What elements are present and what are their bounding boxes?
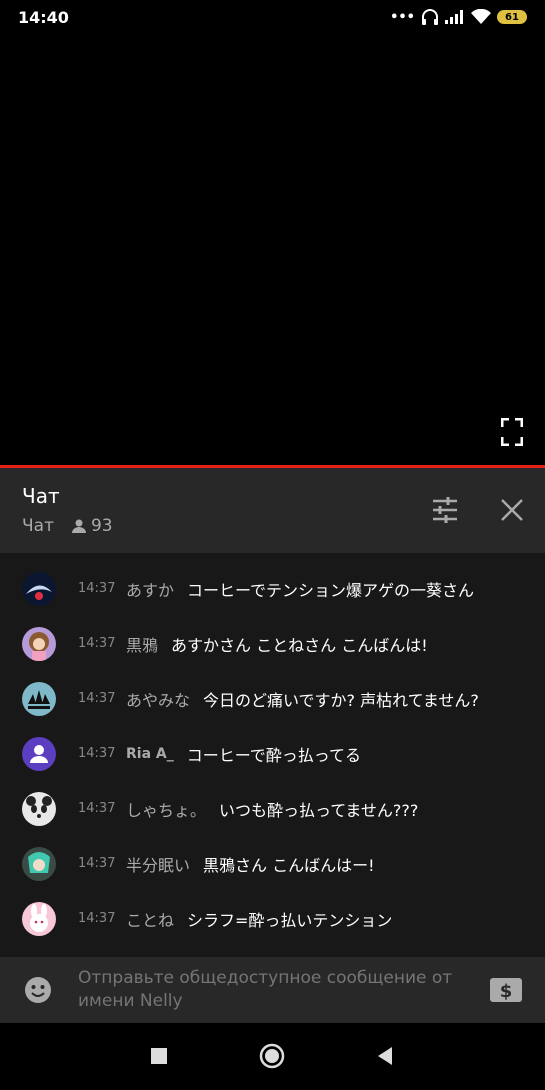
panda-icon: [26, 795, 52, 818]
default-user-icon: [30, 744, 48, 763]
message-author[interactable]: 黒鴉: [126, 632, 158, 656]
avatar[interactable]: [22, 571, 56, 606]
message-time: 14:37: [78, 581, 116, 596]
message-time: 14:37: [78, 801, 116, 816]
message-author[interactable]: あすか: [126, 577, 174, 601]
chat-title: Чат: [22, 484, 60, 508]
message-text: コーヒーでテンション爆アゲの一葵さん: [187, 580, 475, 600]
chat-message-list[interactable]: 14:37 あすか コーヒーでテンション爆アゲの一葵さん 14:37 黒鴉 あす…: [0, 553, 545, 957]
message-author[interactable]: Ria A_: [126, 746, 174, 762]
chat-message: 14:37 しゃちょ。 いつも酔っ払ってません???: [0, 781, 545, 836]
anime-character-icon: [28, 851, 50, 873]
back-icon[interactable]: [372, 1043, 398, 1069]
chat-composer: $: [0, 957, 545, 1023]
battery-icon: 61: [497, 10, 527, 24]
avatar[interactable]: [22, 846, 56, 881]
avatar[interactable]: [22, 626, 56, 661]
status-icons: ••• 61: [390, 9, 527, 25]
abstract-avatar-icon: [26, 584, 52, 600]
super-chat-icon[interactable]: $: [489, 976, 523, 1004]
system-nav-bar: [0, 1023, 545, 1090]
chat-message: 14:37 半分眠い 黒鴉さん こんばんはー!: [0, 836, 545, 891]
chat-message: 14:37 あすか コーヒーでテンション爆アゲの一葵さん: [0, 561, 545, 616]
filter-settings-icon[interactable]: [431, 496, 459, 524]
viewer-count: 93: [71, 516, 113, 536]
fullscreen-icon[interactable]: [501, 418, 523, 446]
avatar[interactable]: [22, 736, 56, 771]
message-text: 今日のど痛いですか? 声枯れてません?: [203, 690, 479, 710]
viewer-count-value: 93: [90, 516, 113, 536]
avatar[interactable]: [22, 681, 56, 716]
signal-icon: [445, 10, 463, 24]
message-author[interactable]: しゃちょ。: [126, 797, 206, 821]
message-author[interactable]: ことね: [126, 907, 174, 931]
more-notifications-icon: •••: [390, 9, 415, 25]
bunny-icon: [30, 903, 48, 932]
status-time: 14:40: [18, 7, 69, 27]
chat-message: 14:37 ことね シラフ=酔っ払いテンション: [0, 891, 545, 946]
headphones-icon: [422, 9, 438, 25]
chat-message: 14:37 あやみな 今日のど痛いですか? 声枯れてません?: [0, 671, 545, 726]
person-icon: [71, 519, 86, 533]
emoji-icon[interactable]: [24, 976, 52, 1004]
status-bar: 14:40 ••• 61: [0, 0, 545, 34]
avatar[interactable]: [22, 901, 56, 936]
chat-message: 14:37 Ria A_ コーヒーで酔っ払ってる: [0, 726, 545, 781]
message-input[interactable]: [78, 967, 468, 1015]
message-time: 14:37: [78, 636, 116, 651]
svg-text:$: $: [500, 981, 513, 1002]
chat-header: Чат Чат 93: [0, 468, 545, 553]
recent-apps-icon[interactable]: [146, 1043, 172, 1069]
message-text: 黒鴉さん こんばんはー!: [203, 855, 375, 875]
message-time: 14:37: [78, 746, 116, 761]
wifi-icon: [471, 9, 491, 24]
video-player[interactable]: [0, 34, 545, 465]
chat-message: 14:37 黒鴉 あすかさん ことねさん こんばんは!: [0, 616, 545, 671]
avatar[interactable]: [22, 791, 56, 826]
close-icon[interactable]: [498, 496, 526, 524]
message-text: シラフ=酔っ払いテンション: [187, 910, 393, 930]
message-text: あすかさん ことねさん こんばんは!: [171, 635, 428, 655]
message-author[interactable]: あやみな: [126, 687, 190, 711]
chat-mode-selector[interactable]: Чат 93: [22, 516, 113, 536]
message-author[interactable]: 半分眠い: [126, 852, 190, 876]
message-time: 14:37: [78, 856, 116, 871]
adidas-logo-icon: [28, 689, 50, 709]
message-time: 14:37: [78, 691, 116, 706]
chat-mode-label: Чат: [22, 516, 54, 536]
home-icon[interactable]: [259, 1043, 285, 1069]
message-time: 14:37: [78, 911, 116, 926]
message-text: コーヒーで酔っ払ってる: [186, 745, 361, 765]
anime-girl-icon: [29, 631, 49, 661]
message-text: いつも酔っ払ってません???: [219, 800, 419, 820]
